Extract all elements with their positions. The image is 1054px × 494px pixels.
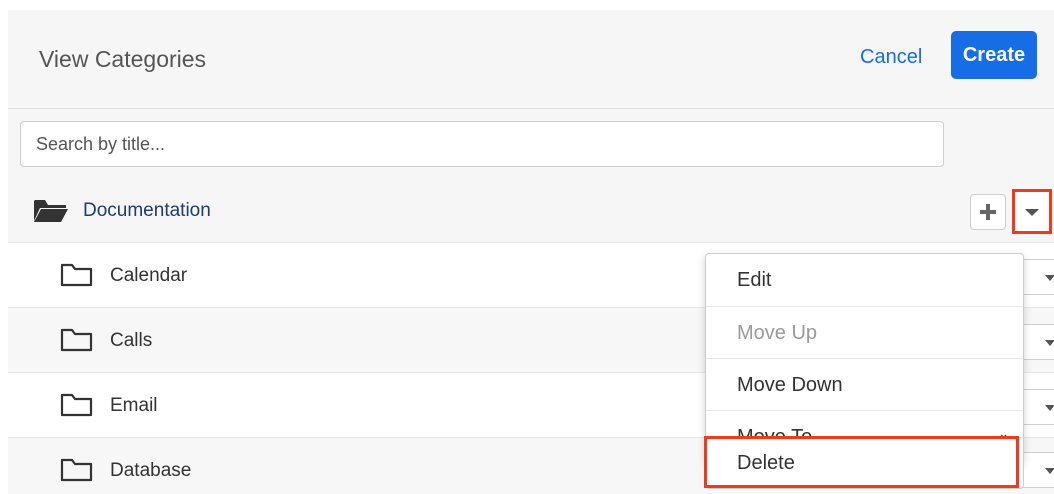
search-input[interactable]: Search by title...	[20, 121, 944, 167]
folder-open-icon	[34, 200, 68, 222]
tree-root-label[interactable]: Documentation	[83, 200, 211, 222]
tree-item-label[interactable]: Email	[110, 395, 158, 417]
page-title: View Categories	[39, 46, 207, 72]
tree-item-label[interactable]: Calls	[110, 330, 152, 352]
row-actions-menu-tail: Delete	[705, 437, 1024, 489]
menu-item-delete[interactable]: Delete	[706, 438, 1023, 488]
row-actions-dropdown-button[interactable]	[1020, 389, 1054, 425]
menu-item-edit[interactable]: Edit	[706, 254, 1023, 306]
menu-item-move-down[interactable]: Move Down	[706, 358, 1023, 410]
cancel-button[interactable]: Cancel	[860, 46, 922, 69]
menu-item-move-up: Move Up	[706, 306, 1023, 358]
row-actions-dropdown-button[interactable]	[1020, 452, 1054, 488]
menu-item-label: Delete	[737, 452, 795, 474]
caret-down-icon	[1045, 405, 1054, 411]
caret-down-icon	[1045, 468, 1054, 474]
folder-icon	[60, 458, 93, 482]
folder-icon	[60, 393, 93, 417]
tree-row-documentation[interactable]: Documentation	[8, 180, 1054, 242]
create-button[interactable]: Create	[951, 31, 1037, 79]
menu-item-label: Edit	[737, 269, 772, 291]
add-child-button[interactable]	[970, 194, 1006, 230]
row-actions-dropdown-button[interactable]	[1012, 189, 1052, 234]
tree-item-label[interactable]: Database	[110, 460, 191, 482]
plus-icon	[980, 204, 996, 220]
row-actions-menu: Edit Move Up Move Down Move To »	[705, 253, 1024, 463]
folder-icon	[60, 328, 93, 352]
caret-down-icon	[1025, 209, 1039, 216]
search-bar: Search by title...	[8, 109, 1054, 180]
caret-down-icon	[1045, 340, 1054, 346]
row-actions-dropdown-button[interactable]	[1020, 259, 1054, 295]
cropped-caption-text	[0, 0, 1054, 10]
row-actions-dropdown-button[interactable]	[1020, 324, 1054, 360]
dialog-header: View Categories Cancel Create	[8, 10, 1054, 109]
tree-item-label[interactable]: Calendar	[110, 265, 187, 287]
caret-down-icon	[1045, 275, 1054, 281]
folder-icon	[60, 263, 93, 287]
menu-item-label: Move Down	[737, 374, 843, 396]
menu-item-label: Move Up	[737, 322, 818, 344]
